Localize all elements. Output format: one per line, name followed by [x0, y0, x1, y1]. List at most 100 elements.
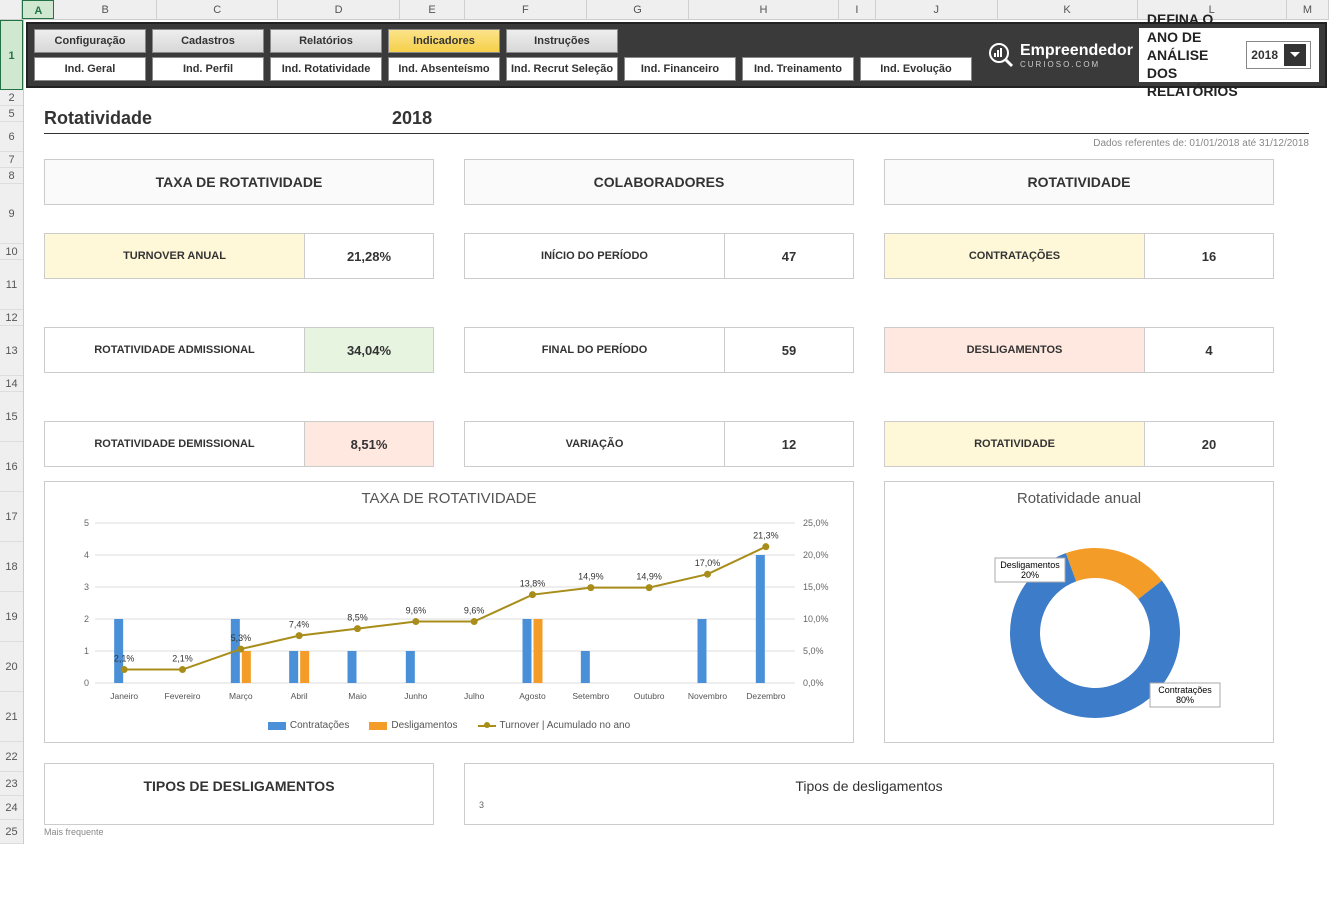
svg-text:Janeiro: Janeiro [110, 691, 138, 701]
kpi-value: 47 [725, 234, 853, 278]
svg-text:7,4%: 7,4% [289, 620, 310, 630]
svg-text:0,0%: 0,0% [803, 678, 824, 688]
svg-text:Desligamentos: Desligamentos [1000, 560, 1060, 570]
kpi-grid: TAXA DE ROTATIVIDADE COLABORADORES ROTAT… [44, 159, 1309, 205]
svg-text:15,0%: 15,0% [803, 582, 829, 592]
kpi-row: ROTATIVIDADE DEMISSIONAL 8,51% [44, 421, 434, 467]
chart2-svg: Desligamentos 20% Contratações 80% [895, 513, 1265, 733]
svg-text:Agosto: Agosto [519, 691, 546, 701]
logo: Empreendedor CURIOSO.COM [988, 42, 1133, 69]
kpi-row: ROTATIVIDADE 20 [884, 421, 1274, 467]
tab-indicadores[interactable]: Indicadores [388, 29, 500, 53]
kpi-label: ROTATIVIDADE ADMISSIONAL [45, 328, 305, 372]
chart1-svg: 0123450,0%5,0%10,0%15,0%20,0%25,0%Janeir… [55, 513, 845, 713]
svg-text:Março: Março [229, 691, 253, 701]
tab-relatórios[interactable]: Relatórios [270, 29, 382, 53]
svg-text:Fevereiro: Fevereiro [165, 691, 201, 701]
panel-tipos-left: TIPOS DE DESLIGAMENTOS [44, 763, 434, 825]
svg-text:9,6%: 9,6% [406, 606, 427, 616]
subtab[interactable]: Ind. Absenteísmo [388, 57, 500, 81]
chart2-title: Rotatividade anual [895, 490, 1263, 507]
svg-text:14,9%: 14,9% [578, 572, 604, 582]
svg-text:Abril: Abril [291, 691, 308, 701]
svg-text:8,5%: 8,5% [347, 613, 368, 623]
kpi-value: 34,04% [305, 328, 433, 372]
kpi-value: 16 [1145, 234, 1273, 278]
kpi-value: 21,28% [305, 234, 433, 278]
svg-text:20%: 20% [1021, 570, 1039, 580]
chart1-title: TAXA DE ROTATIVIDADE [55, 490, 843, 507]
tab-configuração[interactable]: Configuração [34, 29, 146, 53]
kpi-row: DESLIGAMENTOS 4 [884, 327, 1274, 373]
legend-contratacoes: Contratações [290, 720, 349, 731]
svg-text:13,8%: 13,8% [520, 579, 546, 589]
kpi-header-2: COLABORADORES [464, 159, 854, 205]
row-ruler[interactable]: 125678910111213141516171819202122232425 [0, 20, 24, 844]
page-title: Rotatividade [44, 108, 152, 129]
kpi-row: VARIAÇÃO 12 [464, 421, 854, 467]
axis-3: 3 [479, 800, 1259, 810]
svg-text:5,3%: 5,3% [231, 633, 252, 643]
mais-frequente: Mais frequente [44, 827, 1329, 837]
legend-desligamentos: Desligamentos [391, 720, 457, 731]
tab-instruções[interactable]: Instruções [506, 29, 618, 53]
legend-turnover: Turnover | Acumulado no ano [500, 720, 631, 731]
svg-text:Outubro: Outubro [634, 691, 665, 701]
subtab[interactable]: Ind. Rotatividade [270, 57, 382, 81]
svg-text:2: 2 [84, 614, 89, 624]
kpi-row: CONTRATAÇÕES 16 [884, 233, 1274, 279]
kpi-row: TURNOVER ANUAL 21,28% [44, 233, 434, 279]
kpi-label: ROTATIVIDADE DEMISSIONAL [45, 422, 305, 466]
panel-tipos-right: Tipos de desligamentos 3 [464, 763, 1274, 825]
chart1-legend: Contratações Desligamentos Turnover | Ac… [55, 720, 843, 731]
chart-donut: Rotatividade anual Desligamentos 20% Con… [884, 481, 1274, 743]
kpi-value: 4 [1145, 328, 1273, 372]
bottom-zone: TIPOS DE DESLIGAMENTOS Tipos de desligam… [44, 763, 1309, 825]
kpi-row: FINAL DO PERÍODO 59 [464, 327, 854, 373]
svg-text:2,1%: 2,1% [114, 654, 135, 664]
kpi-label: ROTATIVIDADE [885, 422, 1145, 466]
svg-text:Maio: Maio [348, 691, 367, 701]
kpi-label: CONTRATAÇÕES [885, 234, 1145, 278]
title-row: Rotatividade 2018 [44, 108, 1309, 134]
svg-text:Junho: Junho [404, 691, 427, 701]
subtab[interactable]: Ind. Recrut Seleção [506, 57, 618, 81]
tab-cadastros[interactable]: Cadastros [152, 29, 264, 53]
data-reference: Dados referentes de: 01/01/2018 até 31/1… [24, 138, 1309, 149]
column-ruler[interactable]: ABCDEFGHIJKLM [0, 0, 1329, 20]
kpi-label: VARIAÇÃO [465, 422, 725, 466]
subtab[interactable]: Ind. Treinamento [742, 57, 854, 81]
svg-text:Setembro: Setembro [572, 691, 609, 701]
kpi-label: TURNOVER ANUAL [45, 234, 305, 278]
top-tab-set: ConfiguraçãoCadastrosRelatóriosIndicador… [34, 29, 972, 53]
subtab[interactable]: Ind. Evolução [860, 57, 972, 81]
svg-text:Contratações: Contratações [1158, 685, 1212, 695]
svg-text:Novembro: Novembro [688, 691, 727, 701]
chevron-down-icon[interactable] [1284, 44, 1306, 66]
svg-text:3: 3 [84, 582, 89, 592]
logo-text: Empreendedor [1020, 42, 1133, 59]
subtab[interactable]: Ind. Perfil [152, 57, 264, 81]
svg-text:Julho: Julho [464, 691, 485, 701]
svg-text:5: 5 [84, 518, 89, 528]
svg-text:14,9%: 14,9% [636, 572, 662, 582]
svg-text:Dezembro: Dezembro [746, 691, 785, 701]
subtab[interactable]: Ind. Financeiro [624, 57, 736, 81]
svg-text:25,0%: 25,0% [803, 518, 829, 528]
svg-text:10,0%: 10,0% [803, 614, 829, 624]
year-select[interactable]: 2018 [1246, 41, 1311, 69]
svg-text:21,3%: 21,3% [753, 531, 779, 541]
kpi-label: FINAL DO PERÍODO [465, 328, 725, 372]
kpi-body: TURNOVER ANUAL 21,28% INÍCIO DO PERÍODO … [44, 215, 1309, 467]
kpi-row: INÍCIO DO PERÍODO 47 [464, 233, 854, 279]
svg-text:20,0%: 20,0% [803, 550, 829, 560]
svg-text:5,0%: 5,0% [803, 646, 824, 656]
svg-text:9,6%: 9,6% [464, 606, 485, 616]
kpi-value: 12 [725, 422, 853, 466]
year-box: DEFINA O ANO DE ANÁLISE DOS RELATÓRIOS 2… [1139, 28, 1319, 82]
svg-text:17,0%: 17,0% [695, 558, 721, 568]
svg-text:2,1%: 2,1% [172, 654, 193, 664]
kpi-value: 20 [1145, 422, 1273, 466]
subtab[interactable]: Ind. Geral [34, 57, 146, 81]
kpi-row: ROTATIVIDADE ADMISSIONAL 34,04% [44, 327, 434, 373]
